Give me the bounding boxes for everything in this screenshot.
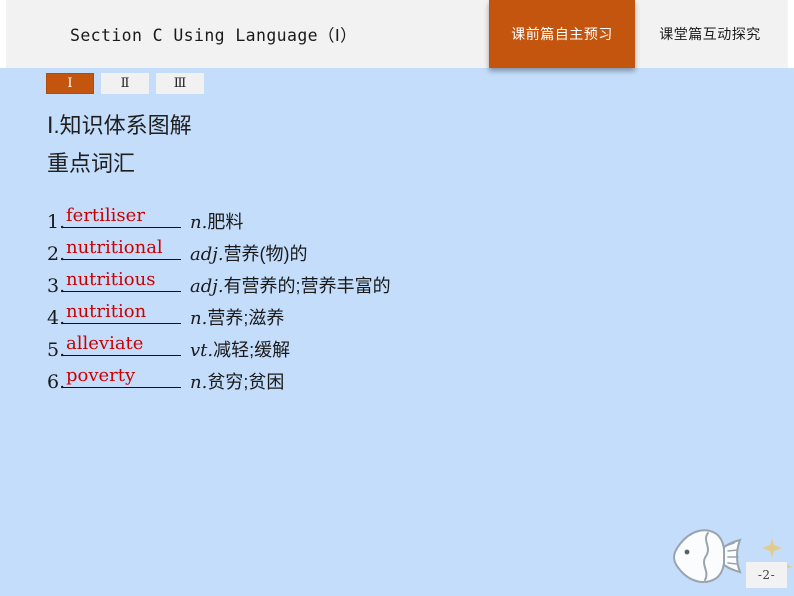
list-item: 4. nutrition n. 营养;滋养: [47, 301, 391, 333]
list-item: 1. fertiliser n. 肥料: [47, 205, 391, 237]
definition: 营养;滋养: [207, 308, 285, 328]
answer-blank[interactable]: nutrition: [63, 301, 181, 324]
tab-preview-before-class[interactable]: 课前篇自主预习: [489, 0, 635, 68]
section-tab-2[interactable]: Ⅱ: [101, 73, 149, 94]
definition: 减轻;缓解: [213, 340, 291, 360]
page-number: -2-: [746, 562, 787, 588]
tab-label: 课前篇自主预习: [511, 26, 613, 42]
section-tab-label: Ⅲ: [173, 76, 187, 91]
section-tab-label: Ⅰ: [67, 76, 73, 91]
heading-key-vocabulary: 重点词汇: [47, 151, 136, 176]
item-number: 2.: [47, 243, 66, 265]
answer-word: poverty: [66, 365, 136, 386]
page-number-label: -2-: [757, 568, 776, 582]
section-tab-3[interactable]: Ⅲ: [156, 73, 204, 94]
answer-word: alleviate: [66, 333, 144, 354]
definition: 肥料: [207, 212, 244, 232]
answer-blank[interactable]: poverty: [63, 365, 181, 388]
section-tab-label: Ⅱ: [120, 76, 130, 91]
star-icon: [762, 538, 782, 558]
answer-blank[interactable]: nutritious: [63, 269, 181, 292]
answer-word: fertiliser: [66, 205, 145, 226]
list-item: 5. alleviate vt. 减轻;缓解: [47, 333, 391, 365]
item-number: 5.: [47, 339, 66, 361]
slide-canvas: Section C Using Language（Ⅰ） 课前篇自主预习 课堂篇互…: [0, 0, 794, 596]
list-item: 3. nutritious adj. 有营养的;营养丰富的: [47, 269, 391, 301]
item-number: 4.: [47, 307, 66, 329]
tab-interactive-inquiry[interactable]: 课堂篇互动探究: [640, 0, 780, 68]
header-left-edge: [0, 0, 6, 68]
heading-knowledge-system: Ⅰ.知识体系图解: [47, 113, 192, 138]
header-right-edge: [788, 0, 794, 68]
answer-blank[interactable]: nutritional: [63, 237, 181, 260]
part-of-speech: n.: [190, 372, 208, 393]
definition: 有营养的;营养丰富的: [223, 276, 391, 296]
page-title: Section C Using Language（Ⅰ）: [70, 26, 358, 45]
answer-word: nutritious: [66, 269, 156, 290]
item-number: 1.: [47, 211, 66, 233]
tab-label: 课堂篇互动探究: [659, 26, 761, 42]
answer-blank[interactable]: fertiliser: [63, 205, 181, 228]
part-of-speech: adj.: [190, 244, 224, 265]
list-item: 2. nutritional adj. 营养(物)的: [47, 237, 391, 269]
part-of-speech: vt.: [190, 340, 214, 361]
vocabulary-list: 1. fertiliser n. 肥料 2. nutritional adj. …: [47, 205, 391, 397]
answer-blank[interactable]: alleviate: [63, 333, 181, 356]
section-tab-group: Ⅰ Ⅱ Ⅲ: [46, 73, 204, 94]
part-of-speech: adj.: [190, 276, 224, 297]
definition: 贫穷;贫困: [207, 372, 285, 392]
answer-word: nutritional: [66, 237, 163, 258]
definition: 营养(物)的: [223, 244, 308, 264]
item-number: 6.: [47, 371, 66, 393]
slide-header: Section C Using Language（Ⅰ） 课前篇自主预习 课堂篇互…: [0, 0, 794, 68]
part-of-speech: n.: [190, 212, 208, 233]
item-number: 3.: [47, 275, 66, 297]
list-item: 6. poverty n. 贫穷;贫困: [47, 365, 391, 397]
section-tab-1[interactable]: Ⅰ: [46, 73, 94, 94]
answer-word: nutrition: [66, 301, 147, 322]
fish-icon: [673, 529, 742, 583]
part-of-speech: n.: [190, 308, 208, 329]
